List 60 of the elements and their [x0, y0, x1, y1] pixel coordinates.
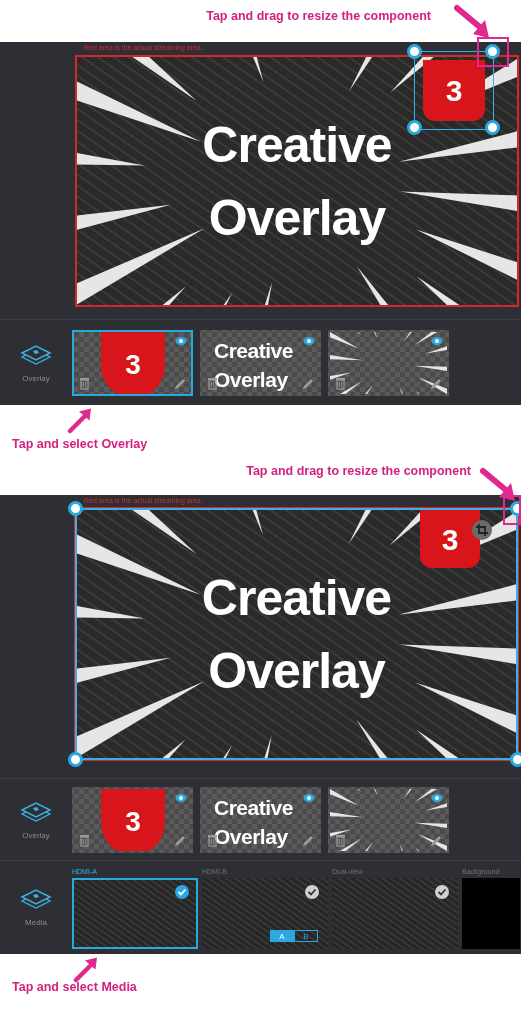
pencil-icon[interactable]: [173, 376, 186, 390]
pencil-icon[interactable]: [173, 833, 186, 847]
annotation-text: Tap and select Media: [12, 979, 137, 997]
source-thumbnail[interactable]: [462, 878, 520, 949]
check-icon[interactable]: [305, 885, 319, 899]
pointer-arrow: [451, 4, 491, 40]
eye-icon[interactable]: [303, 335, 315, 346]
pointer-arrow: [477, 467, 517, 503]
overlay-thumbnail[interactable]: Creative Overlay: [200, 329, 321, 396]
crop-icon[interactable]: [472, 520, 492, 540]
resize-handle[interactable]: [510, 752, 521, 767]
pencil-icon[interactable]: [301, 376, 314, 390]
annotation-text: Tap and drag to resize the component: [206, 8, 431, 26]
toggle-option[interactable]: A: [270, 930, 294, 942]
resize-handle[interactable]: [485, 44, 500, 59]
resize-handle[interactable]: [510, 501, 521, 516]
selection-frame[interactable]: 3: [414, 51, 494, 130]
overlay-title: Overlay: [214, 824, 288, 848]
resize-handle[interactable]: [485, 120, 500, 135]
toggle-option[interactable]: B: [294, 930, 318, 942]
eye-icon[interactable]: [175, 792, 187, 803]
resize-handle[interactable]: [68, 501, 83, 516]
overlay-title: Creative: [202, 116, 392, 175]
overlay-title: Overlay: [214, 367, 288, 391]
pencil-icon[interactable]: [429, 833, 442, 847]
trash-icon[interactable]: [335, 376, 346, 390]
strip-label: Media: [25, 917, 47, 929]
overlay-title: Overlay: [208, 642, 385, 701]
eye-icon[interactable]: [431, 335, 443, 346]
source-thumbnail[interactable]: A B: [202, 878, 328, 949]
eye-icon[interactable]: [431, 792, 443, 803]
resize-handle[interactable]: [68, 752, 83, 767]
overlay-title: Creative: [214, 338, 293, 362]
pencil-icon[interactable]: [301, 833, 314, 847]
highlight-frame: [477, 37, 509, 67]
check-icon[interactable]: [175, 885, 189, 899]
overlay-title: Creative: [201, 569, 392, 628]
annotation-text: Tap and select Overlay: [12, 436, 148, 454]
highlight-frame: [503, 495, 521, 525]
number-badge[interactable]: 3: [420, 510, 480, 568]
eye-icon[interactable]: [303, 792, 315, 803]
overlay-title: Creative: [214, 795, 293, 819]
check-icon[interactable]: [435, 885, 449, 899]
eye-icon[interactable]: [175, 335, 187, 346]
resize-handle[interactable]: [407, 120, 422, 135]
strip-label: Overlay: [22, 829, 50, 842]
pencil-icon[interactable]: [429, 376, 442, 390]
overlay-thumbnail[interactable]: Creative Overlay: [200, 786, 321, 853]
annotation-text: Tap and drag to resize the component: [246, 463, 471, 481]
source-thumbnail[interactable]: [332, 878, 458, 949]
trash-icon[interactable]: [335, 833, 346, 847]
strip-label: Overlay: [22, 372, 50, 385]
source-thumbnail[interactable]: [72, 878, 198, 949]
overlay-thumbnail[interactable]: 3: [72, 786, 193, 853]
number-badge[interactable]: 3: [423, 60, 485, 121]
overlay-title: Overlay: [208, 189, 386, 248]
overlay-thumbnail[interactable]: 3: [72, 329, 193, 396]
number-badge: 3: [101, 788, 165, 851]
resize-handle[interactable]: [407, 44, 422, 59]
number-badge: 3: [101, 331, 165, 394]
